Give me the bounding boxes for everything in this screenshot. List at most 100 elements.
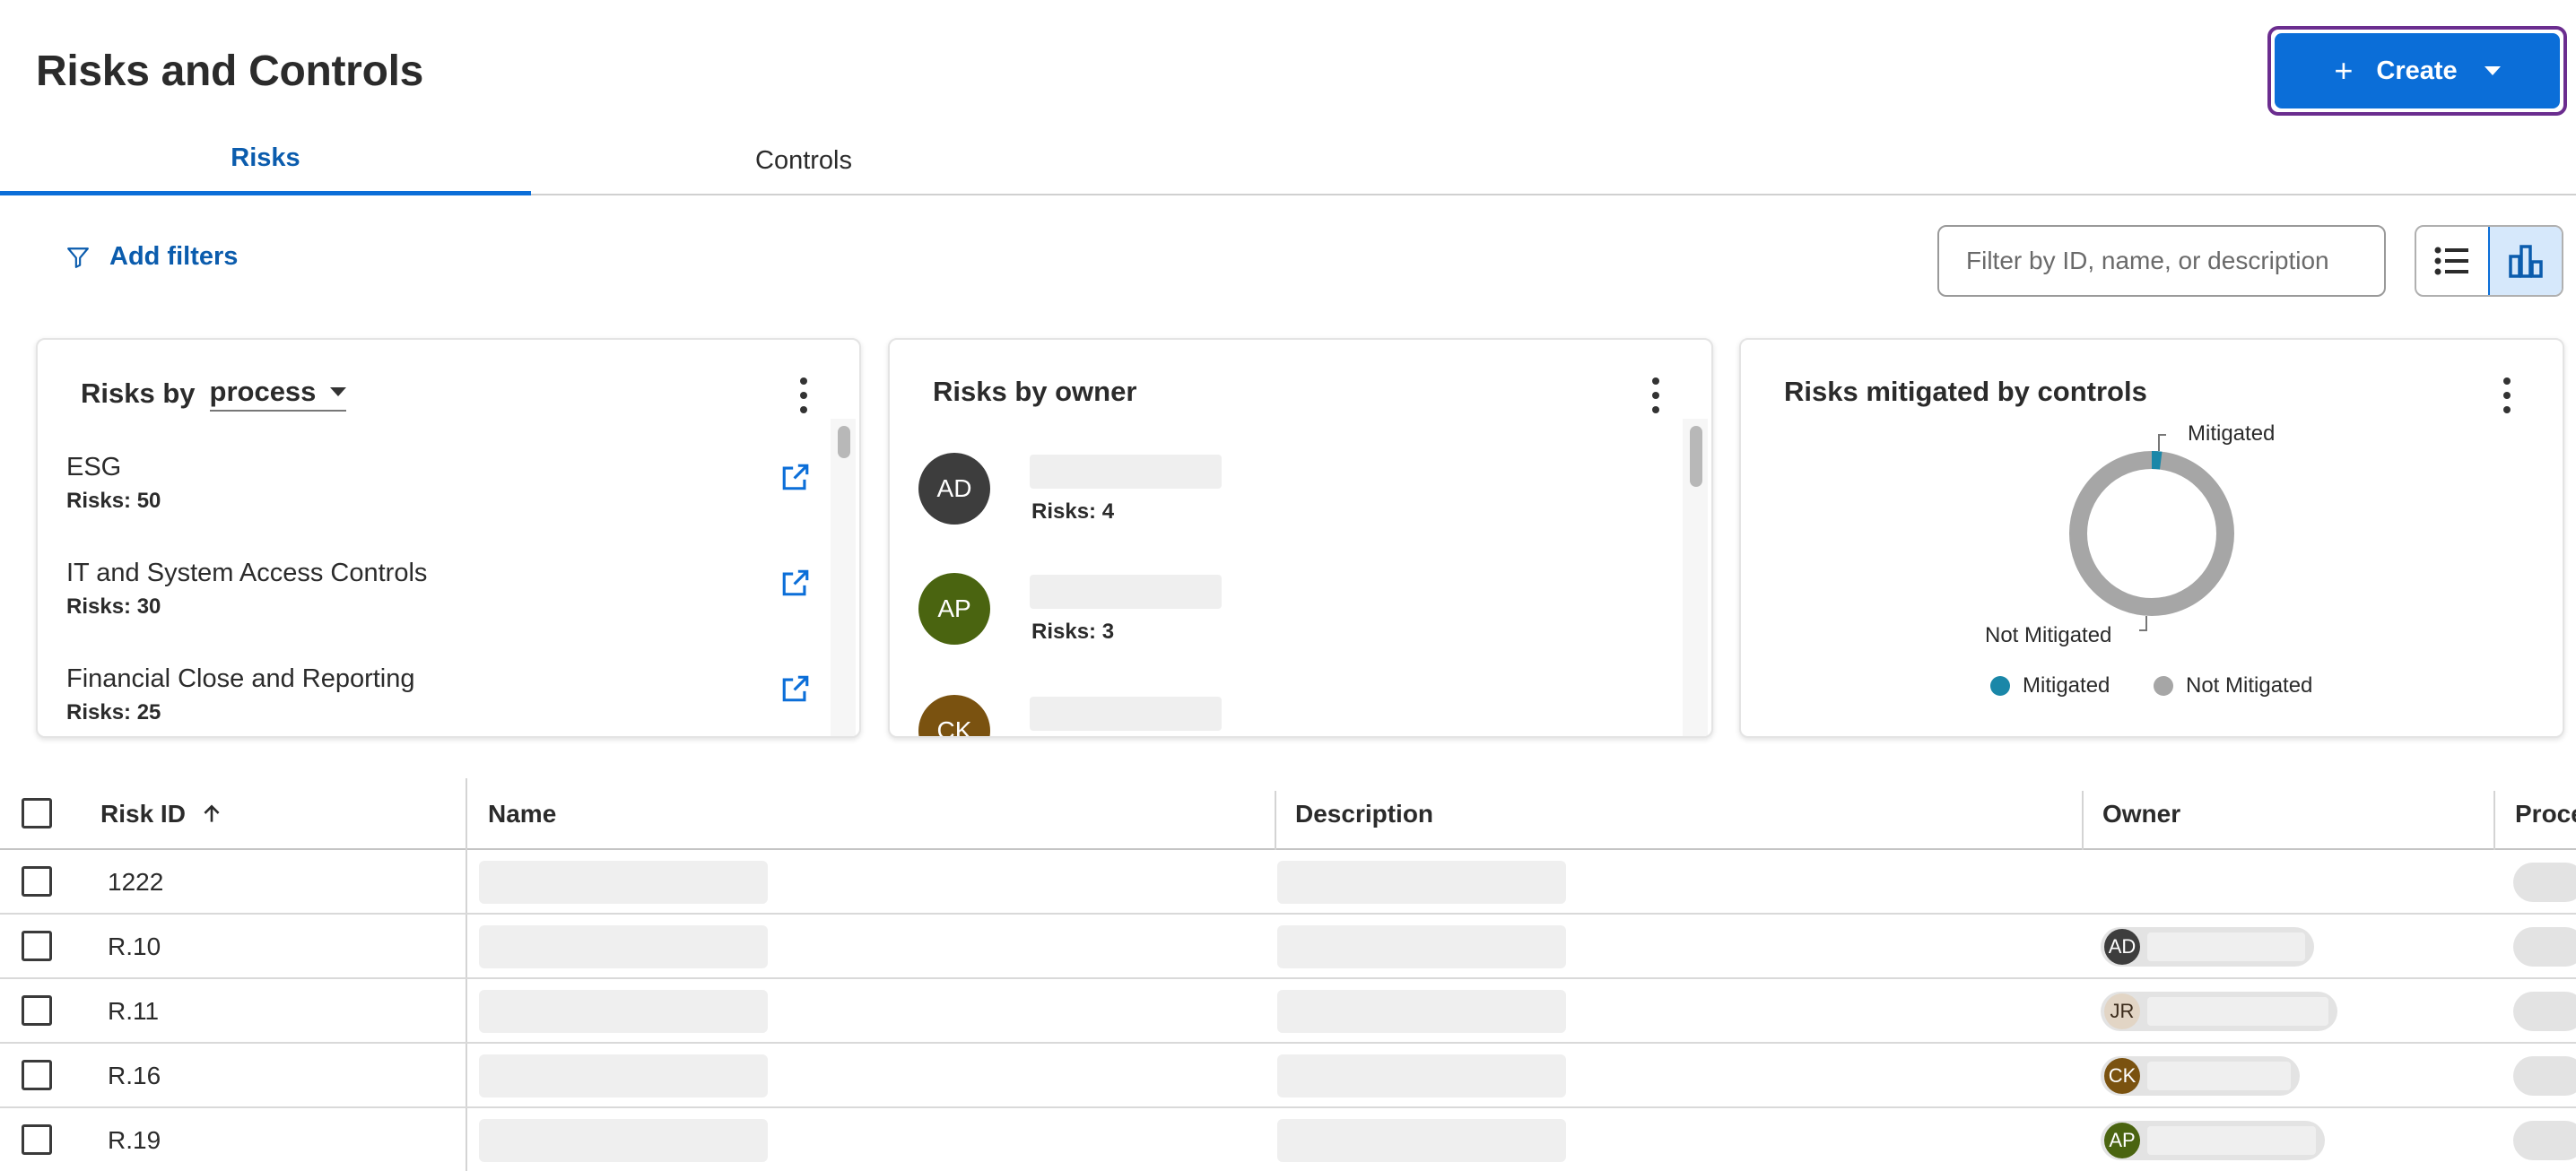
donut-slice-not-mitigated[interactable] xyxy=(2069,451,2234,616)
process-name: IT and System Access Controls xyxy=(66,559,428,587)
owner-name-placeholder xyxy=(2147,1126,2316,1155)
process-placeholder xyxy=(2513,863,2576,902)
legend-dot-icon xyxy=(1990,676,2010,696)
more-options-icon[interactable] xyxy=(793,377,814,413)
row-checkbox[interactable] xyxy=(22,866,52,897)
list-item: ESG Risks: 50 xyxy=(66,453,811,551)
create-label: Create xyxy=(2376,56,2458,85)
owner-name-placeholder xyxy=(1030,575,1222,609)
process-placeholder xyxy=(2513,992,2576,1031)
column-header-risk-id[interactable]: Risk ID xyxy=(100,778,223,850)
risks-by-owner-card: Risks by owner AD Risks: 4 AP Risks: 3 C… xyxy=(888,338,1713,738)
chart-view-button[interactable] xyxy=(2488,227,2562,295)
owner-name-placeholder xyxy=(2147,1062,2291,1090)
process-count: Risks: 30 xyxy=(66,594,161,619)
sort-ascending-icon xyxy=(204,804,220,822)
create-button[interactable]: + Create xyxy=(2275,33,2560,108)
create-button-focus-ring: + Create xyxy=(2267,26,2567,116)
plus-icon: + xyxy=(2334,52,2354,89)
legend-item-not-mitigated[interactable]: Not Mitigated xyxy=(2154,673,2312,698)
owner-count: Risks: 4 xyxy=(1031,499,1115,524)
table-row[interactable]: R.16 CK xyxy=(0,1044,2576,1108)
list-icon xyxy=(2434,247,2468,275)
description-placeholder xyxy=(1277,861,1566,904)
scrollbar-thumb[interactable] xyxy=(838,426,850,458)
row-checkbox[interactable] xyxy=(22,931,52,961)
scrollbar[interactable] xyxy=(1683,419,1708,736)
bar-chart-icon xyxy=(2509,245,2543,278)
risk-id-cell: R.16 xyxy=(108,1062,161,1089)
risks-mitigated-card: Risks mitigated by controls Mitigated No… xyxy=(1739,338,2564,738)
owner-chip[interactable]: CK xyxy=(2101,1056,2300,1096)
name-placeholder xyxy=(479,1054,768,1097)
scrollbar-thumb[interactable] xyxy=(1690,426,1702,487)
name-placeholder xyxy=(479,1119,768,1162)
search-input[interactable] xyxy=(1937,225,2386,297)
legend-item-mitigated[interactable]: Mitigated xyxy=(1990,673,2110,698)
list-item: IT and System Access Controls Risks: 30 xyxy=(66,559,811,657)
row-checkbox[interactable] xyxy=(22,1124,52,1155)
tab-controls[interactable]: Controls xyxy=(538,126,1069,195)
process-placeholder xyxy=(2513,1056,2576,1096)
row-checkbox[interactable] xyxy=(22,1060,52,1090)
description-placeholder xyxy=(1277,1054,1566,1097)
list-item: Financial Close and Reporting Risks: 25 xyxy=(66,664,811,736)
owner-name-placeholder xyxy=(2147,932,2305,961)
scrollbar[interactable] xyxy=(831,419,856,736)
donut-chart xyxy=(2069,434,2234,631)
table-row[interactable]: R.10 AD xyxy=(0,915,2576,979)
list-item[interactable]: AP Risks: 3 xyxy=(918,573,1663,681)
leader-line-mitigated xyxy=(2158,434,2166,451)
table-row[interactable]: R.19 AP xyxy=(0,1108,2576,1171)
owner-name-placeholder xyxy=(1030,455,1222,489)
avatar: AP xyxy=(918,573,990,645)
card-title: Risks by process xyxy=(81,376,347,412)
table-row[interactable]: 1222 xyxy=(0,850,2576,915)
row-checkbox[interactable] xyxy=(22,995,52,1026)
filter-icon xyxy=(67,247,89,268)
risks-by-process-card: Risks by process ESG Risks: 50 IT and Sy… xyxy=(36,338,861,738)
owner-name-placeholder xyxy=(1030,697,1222,731)
description-placeholder xyxy=(1277,925,1566,968)
description-placeholder xyxy=(1277,1119,1566,1162)
avatar: CK xyxy=(2104,1058,2140,1094)
list-item[interactable]: AD Risks: 4 xyxy=(918,453,1663,560)
column-header-owner[interactable]: Owner xyxy=(2102,778,2180,850)
risk-id-cell: R.19 xyxy=(108,1126,161,1154)
tab-bar: Risks Controls xyxy=(0,126,2576,195)
external-link-icon[interactable] xyxy=(780,462,811,492)
external-link-icon[interactable] xyxy=(780,673,811,704)
column-header-process[interactable]: Proce xyxy=(2515,778,2576,850)
process-count: Risks: 50 xyxy=(66,489,161,513)
column-header-name[interactable]: Name xyxy=(488,778,556,850)
owner-chip[interactable]: JR xyxy=(2101,992,2337,1031)
external-link-icon[interactable] xyxy=(780,568,811,598)
owner-chip[interactable]: AD xyxy=(2101,927,2314,967)
group-by-value: process xyxy=(209,376,317,407)
risk-id-cell: 1222 xyxy=(108,868,164,896)
list-item[interactable]: CK xyxy=(918,695,1663,736)
tab-risks[interactable]: Risks xyxy=(0,126,531,195)
more-options-icon[interactable] xyxy=(1645,377,1667,413)
card-title-prefix: Risks by xyxy=(81,377,196,409)
column-divider xyxy=(1275,791,1276,850)
list-view-button[interactable] xyxy=(2416,227,2488,295)
avatar: AP xyxy=(2104,1123,2140,1158)
table-header: Risk ID Name Description Owner Proce xyxy=(0,778,2576,850)
legend-label: Not Mitigated xyxy=(2186,673,2313,698)
avatar: AD xyxy=(2104,929,2140,965)
legend-label: Mitigated xyxy=(2023,673,2110,698)
owner-chip[interactable]: AP xyxy=(2101,1121,2325,1160)
risk-id-cell: R.10 xyxy=(108,932,161,960)
column-divider xyxy=(2493,791,2495,850)
process-placeholder xyxy=(2513,927,2576,967)
process-name: Financial Close and Reporting xyxy=(66,664,415,693)
avatar: AD xyxy=(918,453,990,525)
table-row[interactable]: R.11 JR xyxy=(0,979,2576,1044)
select-all-checkbox[interactable] xyxy=(22,798,52,828)
page-title: Risks and Controls xyxy=(36,48,424,95)
group-by-select[interactable]: process xyxy=(209,376,347,412)
column-header-description[interactable]: Description xyxy=(1295,778,1433,850)
chevron-down-icon xyxy=(330,387,347,396)
add-filters-button[interactable]: Add filters xyxy=(66,242,238,272)
